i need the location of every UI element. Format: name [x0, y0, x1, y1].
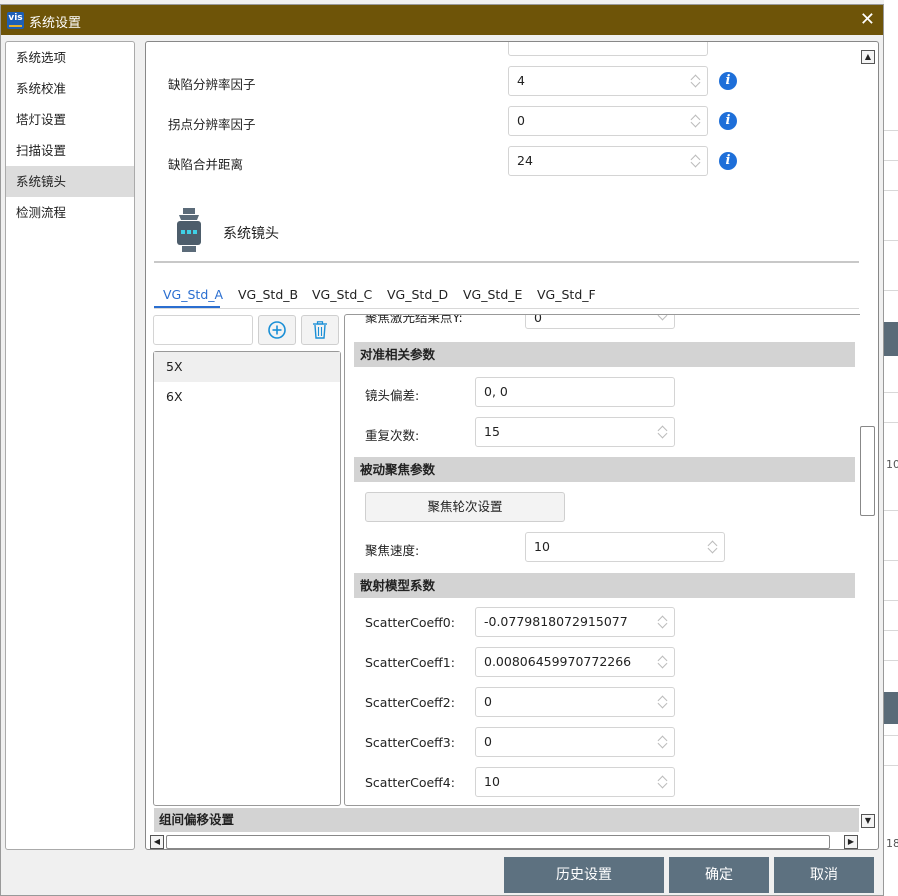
cancel-button[interactable]: 取消 — [774, 857, 874, 893]
scatter-model-header: 散射模型系数 — [354, 573, 855, 598]
spinner-icon[interactable] — [658, 424, 668, 440]
tab-bar-divider — [154, 308, 859, 309]
close-icon[interactable]: ✕ — [860, 9, 875, 30]
lens-list-item[interactable]: 6X — [154, 382, 340, 412]
lens-detail-panel: 聚焦激光结果点Y: 0 对准相关参数 镜头偏差: 0, 0 重复次数: 15 被… — [344, 314, 863, 806]
spinner-icon[interactable] — [658, 654, 668, 670]
setting-label: 缺陷合并距离 — [168, 157, 244, 172]
scatter-coeff-label: ScatterCoeff4: — [365, 775, 455, 790]
scrollbar-thumb[interactable] — [860, 426, 875, 516]
bg-app-text: 18 — [886, 837, 898, 850]
spinner-icon[interactable] — [658, 774, 668, 790]
setting-value: 4 — [517, 73, 525, 88]
spinner-icon[interactable] — [691, 73, 701, 89]
setting-field[interactable]: 4 — [508, 66, 708, 96]
history-settings-button[interactable]: 历史设置 — [504, 857, 664, 893]
tab[interactable]: VG_Std_E — [463, 287, 522, 302]
title-bar: vis 系统设置 ✕ — [1, 5, 883, 35]
nav-item[interactable]: 系统选项 — [6, 42, 134, 73]
tab[interactable]: VG_Std_D — [387, 287, 448, 302]
section-divider — [154, 261, 859, 263]
scatter-coeff-value: 10 — [484, 774, 500, 789]
lens-section-title: 系统镜头 — [223, 226, 279, 242]
info-icon[interactable]: i — [719, 112, 737, 130]
nav-item[interactable]: 扫描设置 — [6, 135, 134, 166]
spinner-icon[interactable] — [658, 734, 668, 750]
scatter-coeff-value: 0 — [484, 734, 492, 749]
focus-speed-label: 聚焦速度: — [365, 543, 420, 558]
horizontal-scrollbar[interactable]: ◀ ▶ — [150, 834, 860, 849]
ok-button[interactable]: 确定 — [669, 857, 769, 893]
tab[interactable]: VG_Std_B — [238, 287, 298, 302]
scatter-coeff-field[interactable]: 10 — [475, 767, 675, 797]
scroll-down-icon[interactable]: ▼ — [861, 814, 875, 828]
settings-content: 缺陷分辨率因子 4 i 拐点分辨率因子 0 i 缺陷合并距离 24 i 系统镜头 VG_Std_… — [145, 41, 879, 850]
setting-label: 拐点分辨率因子 — [168, 117, 256, 132]
lens-offset-field[interactable]: 0, 0 — [475, 377, 675, 407]
group-offset-header: 组间偏移设置 — [154, 808, 859, 832]
tab[interactable]: VG_Std_F — [537, 287, 596, 302]
spinner-icon[interactable] — [658, 614, 668, 630]
spinner-icon[interactable] — [691, 153, 701, 169]
repeat-count-label: 重复次数: — [365, 428, 420, 443]
scatter-coeff-label: ScatterCoeff0: — [365, 615, 455, 630]
scatter-coeff-field[interactable]: 0 — [475, 727, 675, 757]
setting-value: 24 — [517, 153, 533, 168]
delete-lens-button[interactable] — [301, 315, 339, 345]
settings-dialog: vis 系统设置 ✕ 系统选项 系统校准 塔灯设置 扫描设置 系统镜头 检测流程 缺陷分辨… — [0, 4, 884, 896]
lens-offset-label: 镜头偏差: — [365, 388, 420, 403]
focus-laser-y-field[interactable]: 0 — [525, 315, 675, 329]
settings-nav: 系统选项 系统校准 塔灯设置 扫描设置 系统镜头 检测流程 — [5, 41, 135, 850]
scatter-coeff-field[interactable]: 0 — [475, 687, 675, 717]
focus-speed-field[interactable]: 10 — [525, 532, 725, 562]
scatter-coeff-value: 0 — [484, 694, 492, 709]
setting-field[interactable]: 0 — [508, 106, 708, 136]
info-icon[interactable]: i — [719, 152, 737, 170]
spinner-icon[interactable] — [658, 694, 668, 710]
scatter-coeff-label: ScatterCoeff2: — [365, 695, 455, 710]
h-scrollbar-thumb[interactable] — [166, 835, 830, 849]
focus-laser-y-label: 聚焦激光结果点Y: — [365, 314, 463, 325]
repeat-count-field[interactable]: 15 — [475, 417, 675, 447]
spinner-icon[interactable] — [691, 113, 701, 129]
spinner-icon[interactable] — [708, 539, 718, 555]
scatter-coeff-value: 0.00806459970772266 — [484, 654, 632, 669]
bg-app-text: 10 — [886, 458, 898, 471]
info-icon[interactable]: i — [719, 72, 737, 90]
nav-item[interactable]: 塔灯设置 — [6, 104, 134, 135]
app-logo-icon: vis — [7, 12, 24, 29]
lens-list-item[interactable]: 5X — [154, 352, 340, 382]
add-lens-button[interactable] — [258, 315, 296, 345]
active-tab-indicator — [154, 306, 220, 308]
scatter-coeff-field[interactable]: -0.0779818072915077 — [475, 607, 675, 637]
scroll-up-icon[interactable]: ▲ — [861, 50, 875, 64]
lens-search-input[interactable] — [153, 315, 253, 345]
add-circle-icon — [268, 321, 286, 339]
window-title: 系统设置 — [29, 16, 82, 31]
trash-icon — [313, 321, 327, 339]
nav-item[interactable]: 系统校准 — [6, 73, 134, 104]
tab[interactable]: VG_Std_A — [163, 287, 223, 302]
nav-item[interactable]: 系统镜头 — [6, 166, 134, 197]
nav-item[interactable]: 检测流程 — [6, 197, 134, 228]
passive-focus-header: 被动聚焦参数 — [354, 457, 855, 482]
background-app: 10 18 — [884, 0, 898, 896]
focus-round-settings-button[interactable]: 聚焦轮次设置 — [365, 492, 565, 522]
scatter-coeff-field[interactable]: 0.00806459970772266 — [475, 647, 675, 677]
align-params-header: 对准相关参数 — [354, 342, 855, 367]
tab[interactable]: VG_Std_C — [312, 287, 372, 302]
setting-value: 0 — [517, 113, 525, 128]
setting-field[interactable]: 24 — [508, 146, 708, 176]
spinner-icon[interactable] — [658, 315, 668, 322]
scatter-coeff-label: ScatterCoeff3: — [365, 735, 455, 750]
camera-lens-icon — [174, 208, 204, 254]
setting-label: 缺陷分辨率因子 — [168, 77, 256, 92]
vertical-scrollbar[interactable]: ▲ ▼ — [860, 48, 876, 830]
scatter-coeff-value: -0.0779818072915077 — [484, 614, 628, 629]
lens-list: 5X 6X — [153, 351, 341, 806]
scroll-left-icon[interactable]: ◀ — [150, 835, 164, 849]
scroll-right-icon[interactable]: ▶ — [844, 835, 858, 849]
partial-field[interactable] — [508, 42, 708, 56]
scatter-coeff-label: ScatterCoeff1: — [365, 655, 455, 670]
